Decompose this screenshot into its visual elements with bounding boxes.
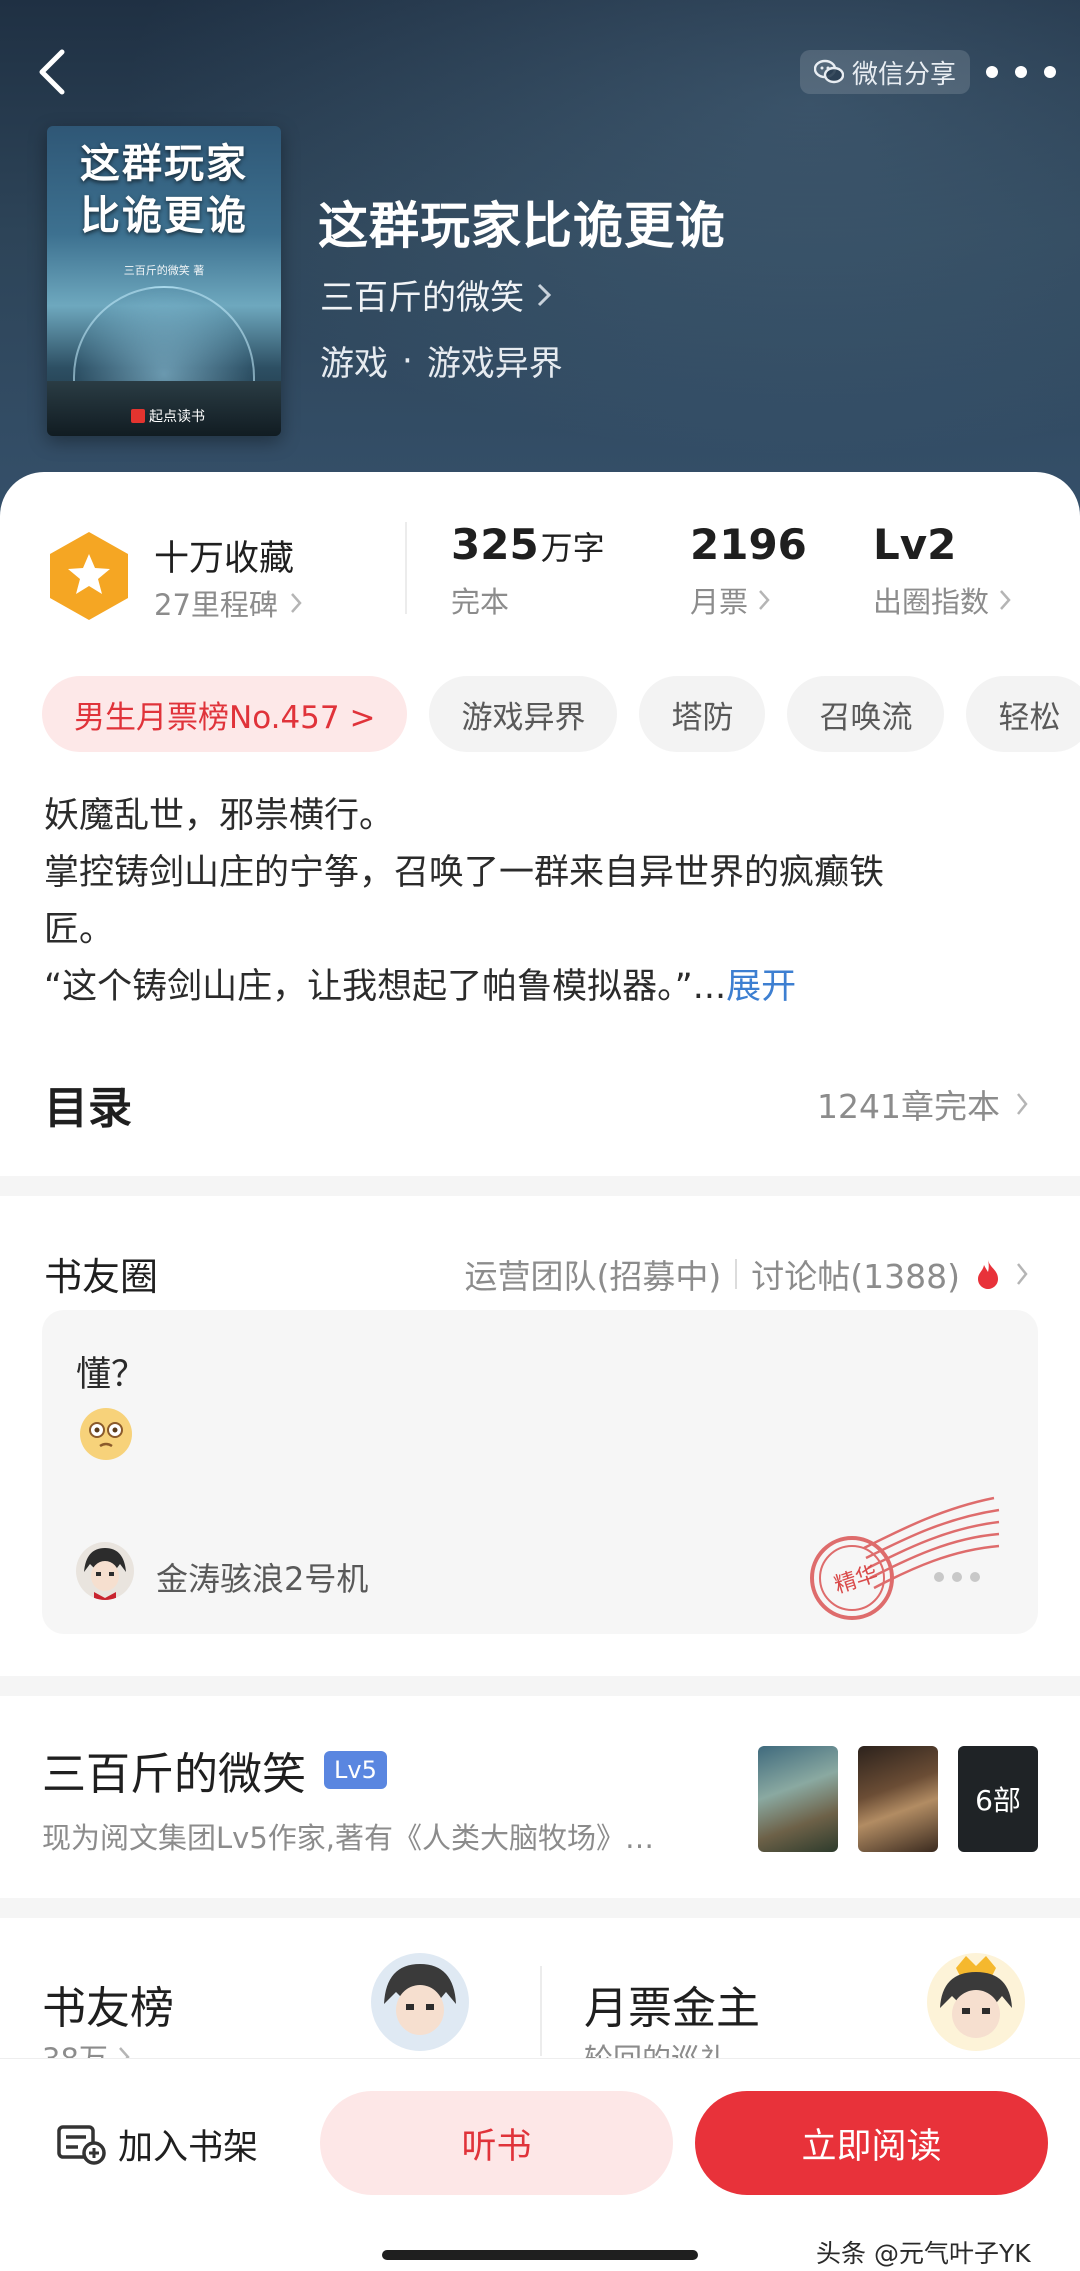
more-menu-button[interactable] [986, 52, 1056, 92]
book-circle-title: 书友圈 [44, 1255, 159, 1299]
listen-button[interactable]: 听书 [320, 2091, 673, 2195]
toc-chapter-count: 1241章完本 [817, 1080, 1028, 1128]
top-patron-avatar[interactable] [926, 1952, 1026, 2052]
word-count-stat: 325 万字 完本 [451, 520, 605, 619]
essence-stamp-icon: 精华 [810, 1496, 1000, 1620]
featured-post-card[interactable]: 懂？ 金涛骇浪2号机 精华 [42, 1310, 1038, 1634]
milestone-link[interactable]: 27里程碑 [154, 582, 302, 624]
top-fan-avatar[interactable] [370, 1952, 470, 2052]
collection-badge-icon [50, 532, 128, 620]
tag-list: 男生月票榜No.457 > 游戏异界 塔防 召唤流 轻松 [42, 676, 1080, 752]
add-to-shelf-button[interactable]: 加入书架 [56, 2110, 258, 2178]
fans-leaderboard-title[interactable]: 书友榜 [42, 1972, 174, 2036]
cover-author: 三百斤的微笑 著 [123, 264, 205, 277]
tag-rank[interactable]: 男生月票榜No.457 > [42, 676, 408, 752]
dizzy-face-emoji-icon [80, 1408, 132, 1460]
patron-leaderboard-title[interactable]: 月票金主 [584, 1972, 760, 2036]
chevron-right-icon [537, 283, 552, 306]
discussion-link[interactable]: 讨论帖(1388) [751, 1250, 960, 1298]
avatar[interactable] [76, 1542, 134, 1600]
author-level-badge: Lv5 [324, 1751, 387, 1789]
author-link[interactable]: 三百斤的微笑 [320, 270, 552, 319]
genre-line: 游戏 · 游戏异界 [320, 336, 563, 385]
tag-item[interactable]: 塔防 [639, 676, 766, 752]
author-book-cover[interactable] [758, 1746, 838, 1852]
book-cover[interactable]: 这群玩家 比诡更诡 三百斤的微笑 著 起点读书 [47, 126, 281, 436]
influence-stat[interactable]: Lv2 出圈指数 [873, 520, 1011, 621]
chevron-right-icon [290, 593, 302, 613]
post-text: 懂？ [76, 1355, 147, 1395]
genre-sub[interactable]: 游戏异界 [427, 336, 563, 385]
chevron-left-icon [39, 49, 65, 95]
share-label: 微信分享 [852, 59, 957, 90]
genre-main[interactable]: 游戏 [320, 336, 388, 385]
chevron-right-icon [759, 590, 770, 610]
book-intro[interactable]: 妖魔乱世，邪祟横行。 掌控铸剑山庄的宁筝，召唤了一群来自异世界的疯癫铁 匠。 “… [44, 788, 1044, 1016]
publisher-logo-icon [131, 409, 145, 423]
tag-item[interactable]: 召唤流 [787, 676, 945, 752]
author-works-count[interactable]: 6部 [958, 1746, 1038, 1852]
svg-text:精华: 精华 [831, 1561, 881, 1598]
monthly-ticket-stat[interactable]: 2196 月票 [690, 520, 807, 621]
add-bookshelf-icon [57, 2125, 106, 2165]
post-username[interactable]: 金涛骇浪2号机 [156, 1554, 368, 1600]
chevron-right-icon [1017, 1093, 1028, 1115]
author-name: 三百斤的微笑 [320, 278, 524, 318]
back-button[interactable] [22, 42, 82, 102]
tag-item[interactable]: 轻松 [966, 676, 1080, 752]
tag-item[interactable]: 游戏异界 [429, 676, 618, 752]
author-section-name[interactable]: 三百斤的微笑 Lv5 [42, 1738, 387, 1802]
home-indicator[interactable] [382, 2250, 698, 2260]
carousel-dots [934, 1572, 980, 1582]
more-dots-icon [986, 66, 998, 78]
favorites-title: 十万收藏 [154, 539, 295, 579]
expand-link[interactable]: 展开 [726, 967, 796, 1007]
cover-art [73, 286, 255, 386]
book-title: 这群玩家比诡更诡 [318, 196, 726, 255]
read-now-button[interactable]: 立即阅读 [695, 2091, 1048, 2195]
wechat-icon [814, 59, 844, 84]
wechat-share-button[interactable]: 微信分享 [800, 50, 971, 94]
author-book-cover[interactable] [858, 1746, 938, 1852]
cover-title: 这群玩家 比诡更诡 [80, 140, 248, 239]
ops-team-link[interactable]: 运营团队(招募中) [465, 1250, 722, 1298]
watermark-text: 头条 @元气叶子YK [816, 2239, 1031, 2268]
book-circle-links: 运营团队(招募中) 讨论帖(1388) [465, 1250, 1028, 1298]
fire-icon [978, 1260, 998, 1289]
chevron-right-icon [1017, 1263, 1028, 1285]
author-description: 现为阅文集团Lv5作家,著有《人类大脑牧场》… [42, 1821, 654, 1855]
cover-publisher: 起点读书 [131, 406, 205, 426]
chevron-right-icon [1000, 590, 1011, 610]
toc-title: 目录 [44, 1083, 132, 1134]
